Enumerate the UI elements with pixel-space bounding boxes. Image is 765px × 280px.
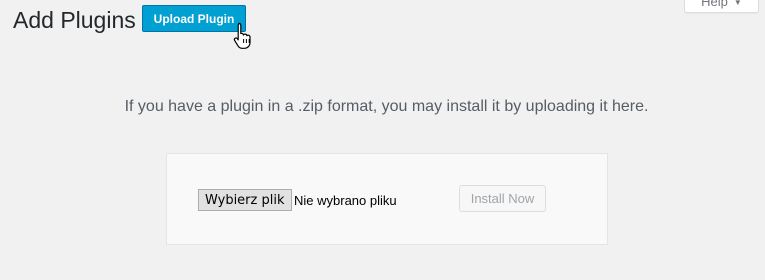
- choose-file-button[interactable]: Wybierz plik: [198, 189, 292, 211]
- install-help-text: If you have a plugin in a .zip format, y…: [124, 98, 649, 115]
- hand-pointer-icon: [233, 22, 251, 49]
- no-file-selected-text: Nie wybrano pliku: [294, 193, 397, 208]
- help-tab[interactable]: Help ▼: [684, 0, 759, 13]
- upload-plugin-button[interactable]: Upload Plugin: [142, 5, 246, 32]
- page-title: Add Plugins: [13, 7, 136, 33]
- install-now-button[interactable]: Install Now: [459, 185, 546, 212]
- add-plugins-page: Help ▼ Add Plugins Upload Plugin If you …: [0, 0, 765, 280]
- upload-plugin-form: Wybierz plik Nie wybrano pliku Install N…: [166, 153, 608, 245]
- help-tab-label: Help: [701, 0, 728, 9]
- caret-down-icon: ▼: [733, 0, 742, 7]
